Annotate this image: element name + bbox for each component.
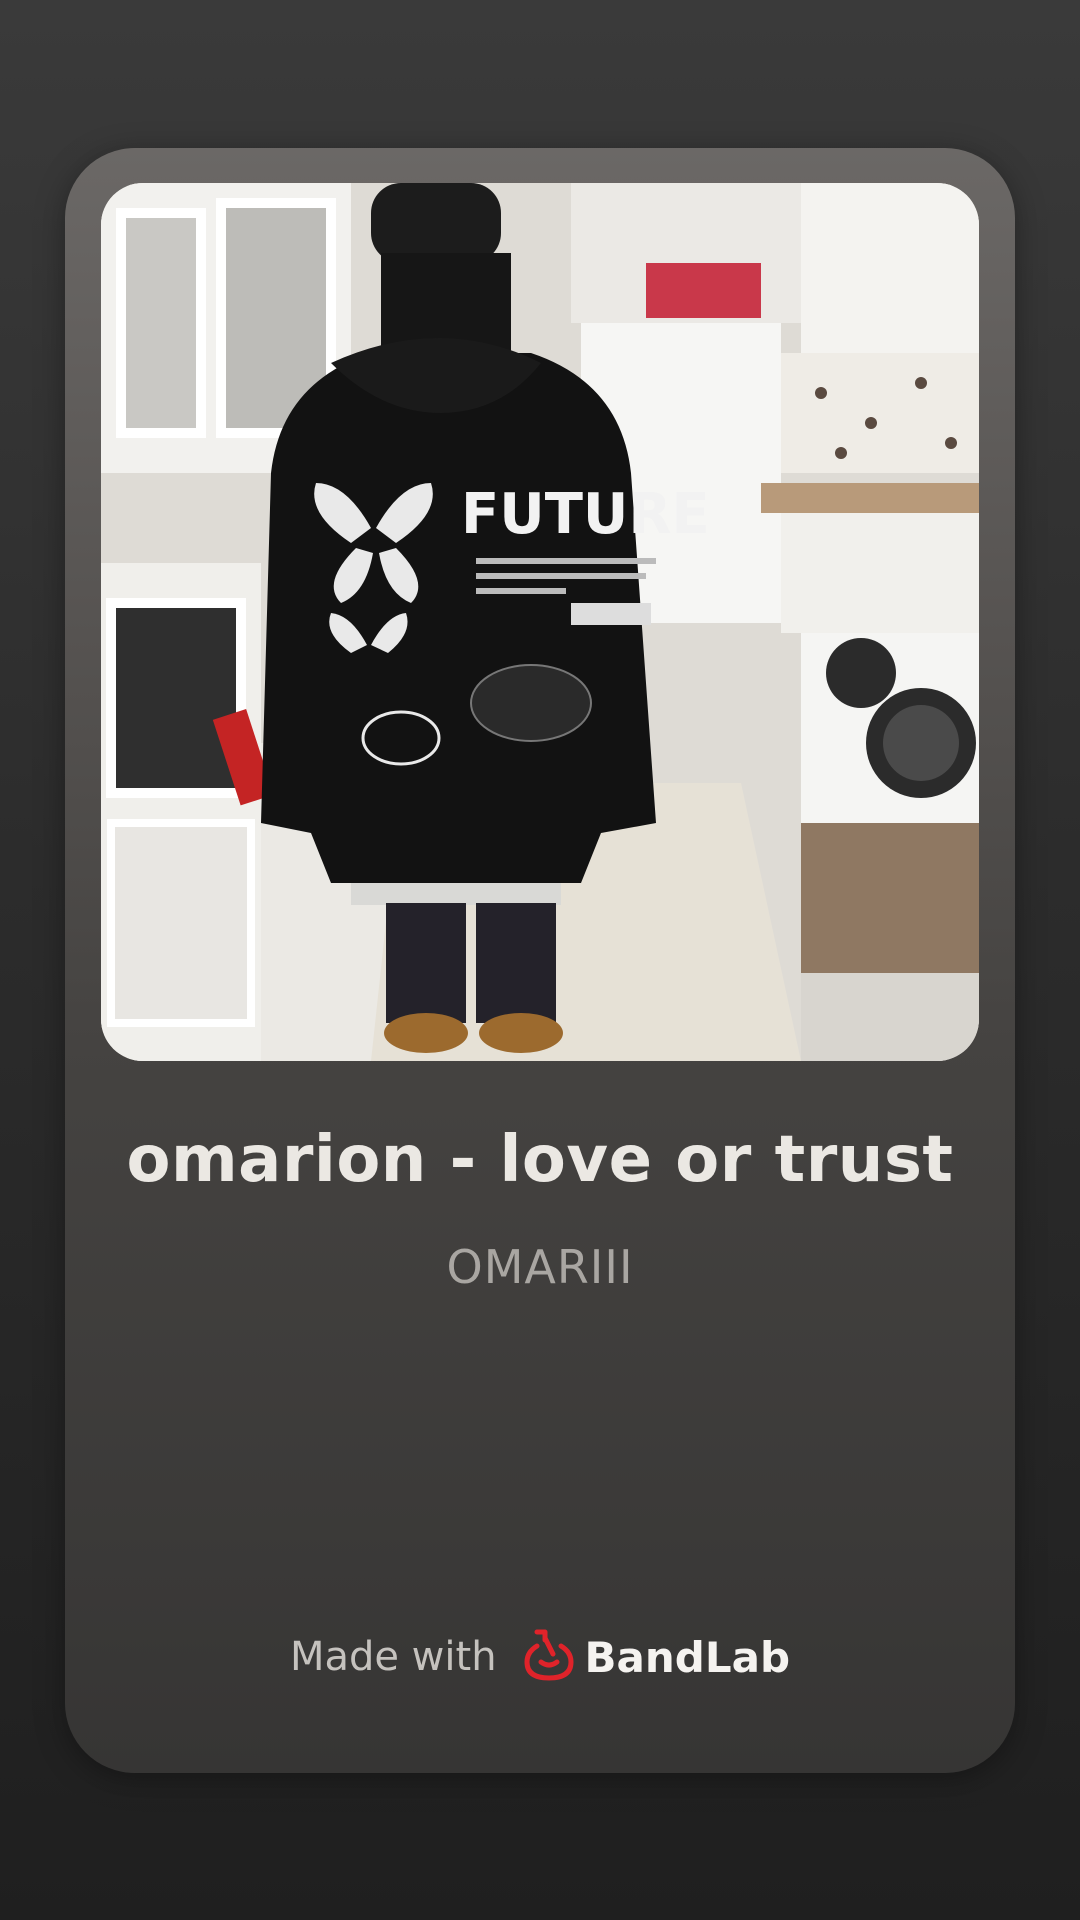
bandlab-brand[interactable]: BandLab (523, 1628, 791, 1686)
made-with-label: Made with (289, 1634, 497, 1680)
bandlab-logo-icon (523, 1628, 575, 1686)
artist-name: OMARIII (446, 1240, 634, 1294)
svg-text:FUTURE: FUTURE (461, 482, 710, 547)
cover-art: FUTURE (101, 183, 979, 1061)
made-with-bandlab[interactable]: Made with BandLab (65, 1628, 1015, 1686)
share-card: FUTURE omarion - love or trust OMARIII M… (65, 148, 1015, 1773)
track-title: omarion - love or trust (126, 1123, 954, 1197)
bandlab-wordmark: BandLab (584, 1632, 791, 1682)
cover-art-image: FUTURE (101, 183, 979, 1061)
